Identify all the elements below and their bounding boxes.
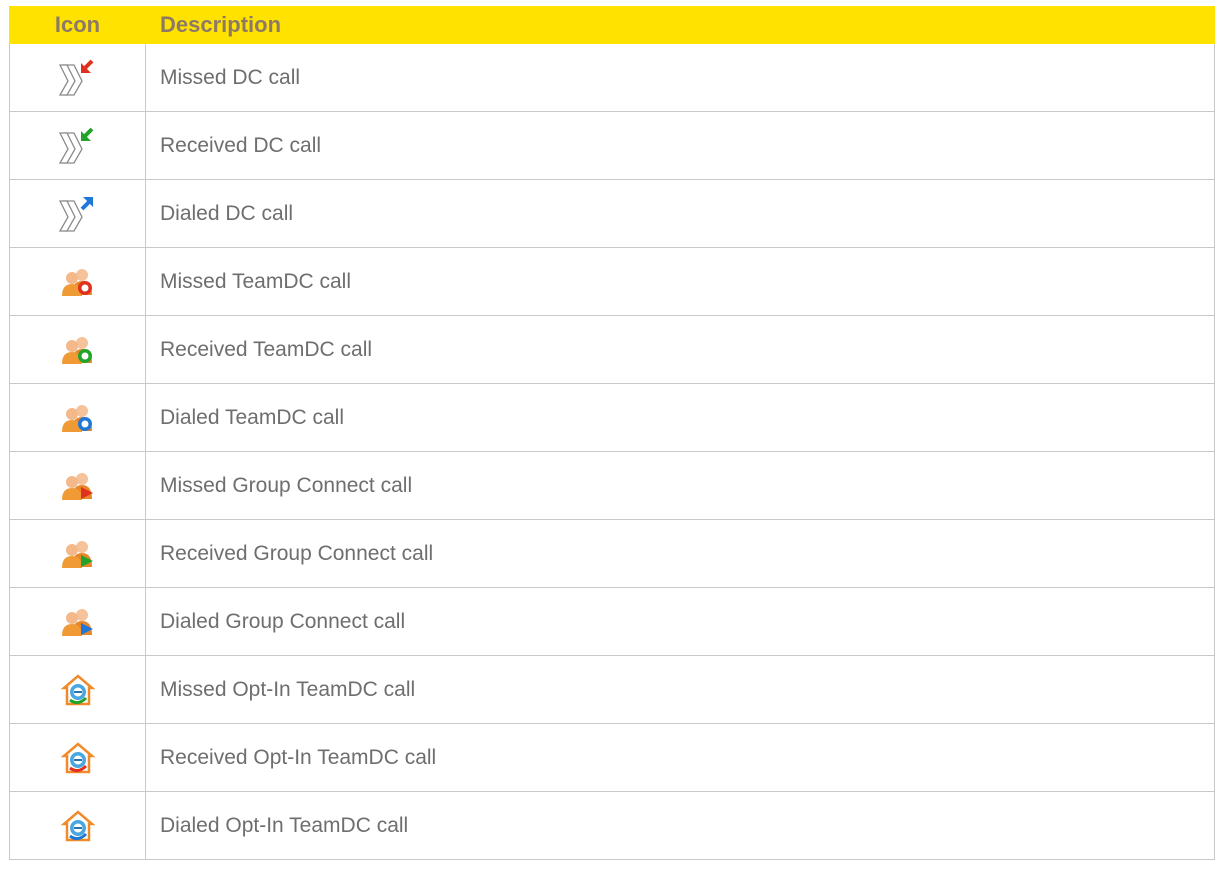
dc-received-icon: [58, 127, 93, 164]
icon-cell: [9, 791, 146, 860]
description-cell: Dialed DC call: [145, 179, 1215, 248]
dc-missed-icon: [58, 59, 93, 96]
table-header-row: Icon Description: [9, 6, 1215, 44]
optin-teamdc-missed-icon: [60, 673, 95, 705]
group-connect-dialed-icon: [61, 608, 93, 636]
group-connect-received-icon: [61, 540, 93, 568]
optin-teamdc-received-icon: [60, 741, 95, 773]
description-cell: Dialed TeamDC call: [145, 383, 1215, 452]
group-connect-missed-icon: [61, 472, 93, 500]
description-cell: Received DC call: [145, 111, 1215, 180]
description-cell: Received Group Connect call: [145, 519, 1215, 588]
table-row: Received TeamDC call: [9, 315, 1215, 384]
icon-cell: [9, 451, 146, 520]
description-cell: Missed TeamDC call: [145, 247, 1215, 316]
icon-cell: [9, 43, 146, 112]
table-row: Missed DC call: [9, 43, 1215, 112]
icon-cell: [9, 587, 146, 656]
optin-teamdc-dialed-icon: [60, 809, 95, 841]
table-row: Dialed TeamDC call: [9, 383, 1215, 452]
table-row: Missed Opt-In TeamDC call: [9, 655, 1215, 724]
dc-dialed-icon: [58, 196, 93, 232]
icon-cell: [9, 655, 146, 724]
table-row: Missed TeamDC call: [9, 247, 1215, 316]
teamdc-dialed-icon: [61, 404, 92, 432]
icon-cell: [9, 383, 146, 452]
icon-cell: [9, 723, 146, 792]
call-icon-legend-table: Icon Description Missed DC call Received…: [9, 6, 1215, 860]
description-cell: Received TeamDC call: [145, 315, 1215, 384]
table-row: Received DC call: [9, 111, 1215, 180]
icon-cell: [9, 179, 146, 248]
table-row: Missed Group Connect call: [9, 451, 1215, 520]
icon-column-header: Icon: [9, 6, 146, 44]
icon-cell: [9, 315, 146, 384]
table-row: Received Opt-In TeamDC call: [9, 723, 1215, 792]
table-row: Received Group Connect call: [9, 519, 1215, 588]
table-row: Dialed Group Connect call: [9, 587, 1215, 656]
table-row: Dialed DC call: [9, 179, 1215, 248]
table-row: Dialed Opt-In TeamDC call: [9, 791, 1215, 860]
description-cell: Dialed Opt-In TeamDC call: [145, 791, 1215, 860]
icon-cell: [9, 111, 146, 180]
description-cell: Missed DC call: [145, 43, 1215, 112]
description-cell: Missed Group Connect call: [145, 451, 1215, 520]
description-cell: Dialed Group Connect call: [145, 587, 1215, 656]
description-cell: Missed Opt-In TeamDC call: [145, 655, 1215, 724]
icon-cell: [9, 247, 146, 316]
teamdc-missed-icon: [61, 268, 92, 296]
teamdc-received-icon: [61, 336, 92, 364]
icon-cell: [9, 519, 146, 588]
description-column-header: Description: [145, 6, 1215, 44]
description-cell: Received Opt-In TeamDC call: [145, 723, 1215, 792]
